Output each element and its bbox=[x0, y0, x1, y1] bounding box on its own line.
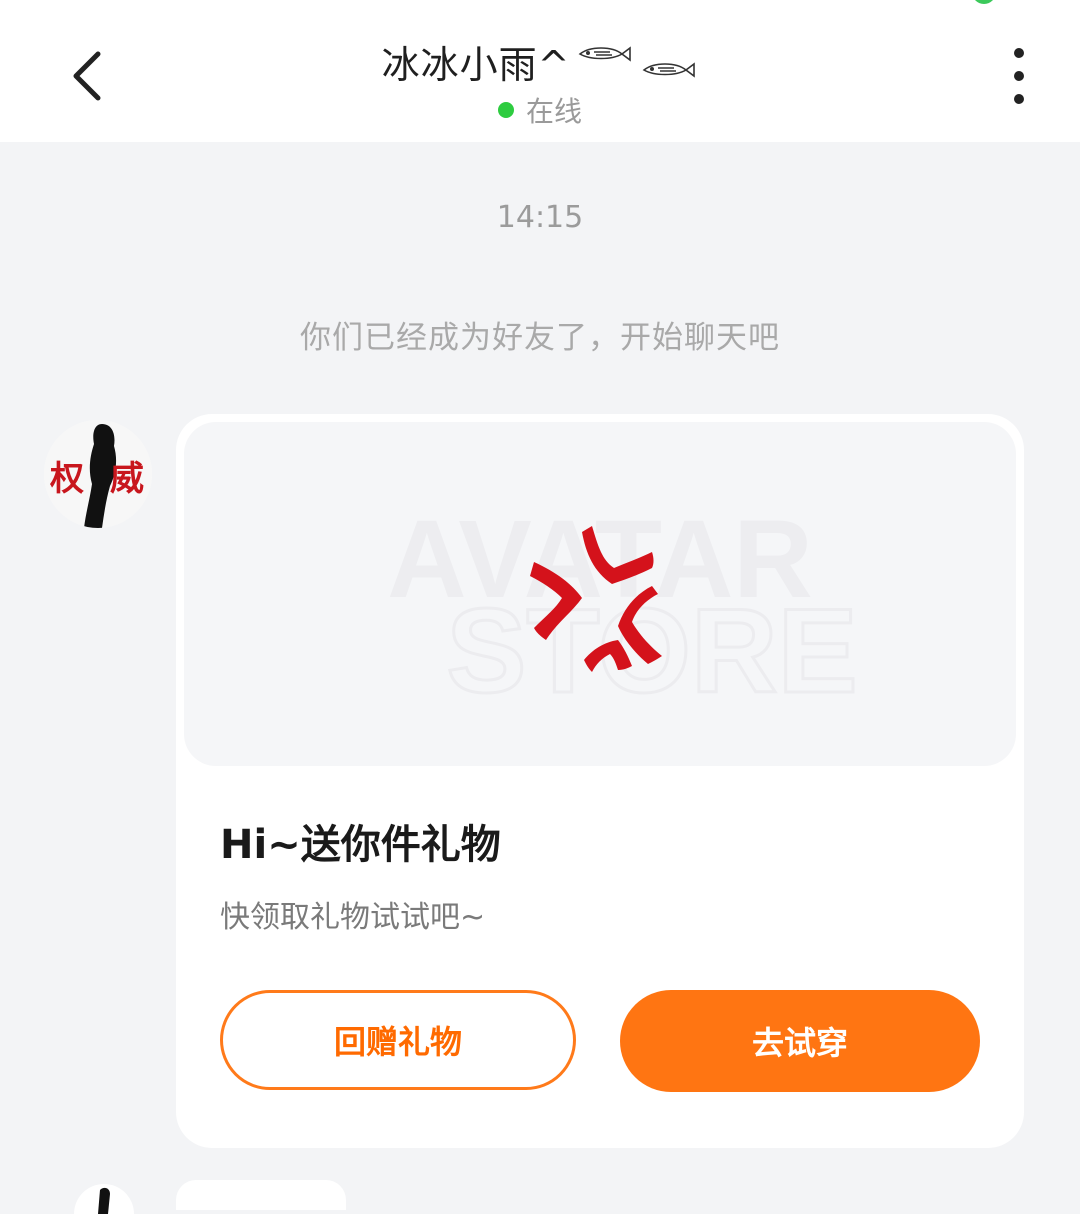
avatar-image: 权 威 bbox=[44, 420, 152, 528]
return-gift-button[interactable]: 回赠礼物 bbox=[220, 990, 576, 1090]
system-message: 你们已经成为好友了，开始聊天吧 bbox=[300, 320, 780, 356]
avatar-text: 权 bbox=[49, 459, 84, 499]
more-dot bbox=[1014, 71, 1024, 81]
avatar[interactable]: 权 威 bbox=[44, 420, 152, 528]
online-dot bbox=[497, 102, 514, 118]
chat-header: 冰冰小雨^ 在线 bbox=[0, 0, 1080, 142]
more-options-button[interactable] bbox=[996, 48, 1042, 104]
message-timestamp: 14:15 bbox=[496, 200, 584, 235]
gift-card[interactable]: AVATAR STORE Hi~送你件礼物 快领取礼物试试吧~ 回赠礼物 去试穿 bbox=[176, 414, 1024, 1148]
gift-image: AVATAR STORE bbox=[184, 422, 1016, 766]
next-avatar-image bbox=[98, 1187, 110, 1214]
chat-title: 冰冰小雨^ bbox=[381, 43, 571, 87]
gift-card-title: Hi~送你件礼物 bbox=[220, 822, 501, 868]
status-indicator bbox=[972, 0, 996, 4]
gift-preview: AVATAR STORE bbox=[387, 498, 859, 720]
next-message-bubble bbox=[176, 1180, 346, 1210]
online-status-label: 在线 bbox=[525, 95, 582, 128]
more-dot bbox=[1014, 94, 1024, 104]
avatar-text-2: 威 bbox=[110, 459, 144, 499]
next-message-avatar bbox=[74, 1184, 134, 1214]
online-status: 在线 bbox=[0, 90, 1080, 130]
more-vertical-icon bbox=[1014, 48, 1024, 58]
gift-card-description: 快领取礼物试试吧~ bbox=[220, 900, 486, 935]
fish-decoration-icon bbox=[579, 45, 696, 78]
title-wrap: 冰冰小雨^ bbox=[0, 34, 1080, 89]
try-on-button[interactable]: 去试穿 bbox=[620, 990, 980, 1092]
